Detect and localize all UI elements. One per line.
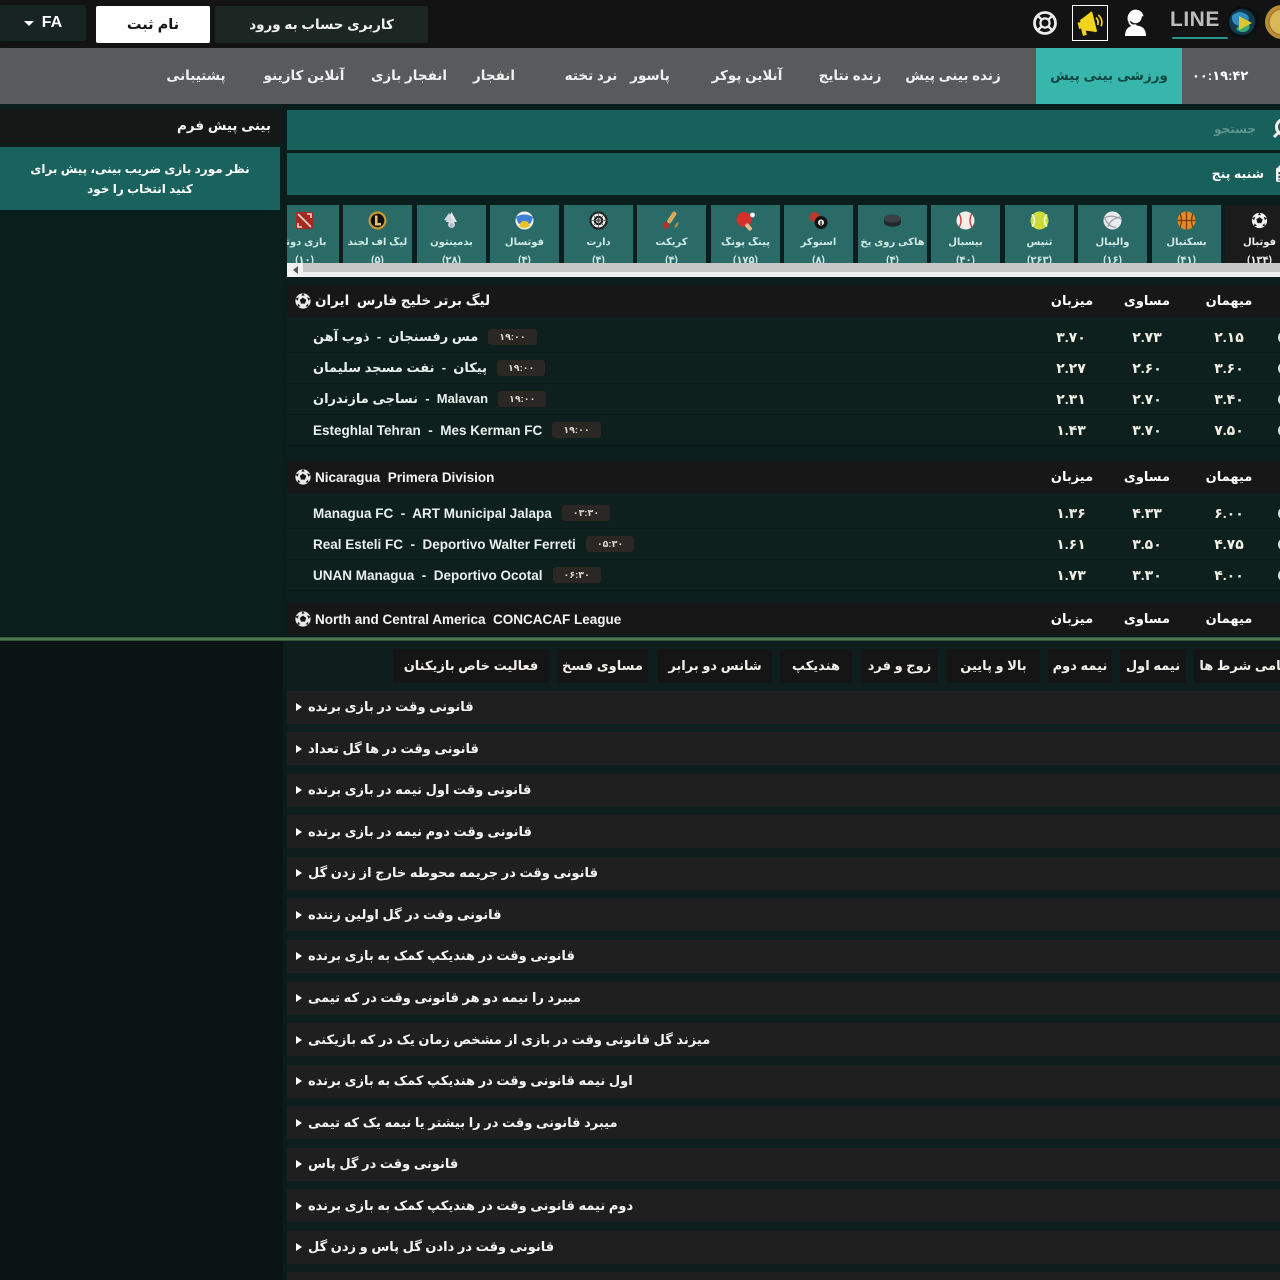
svg-text:8: 8 [820, 221, 823, 227]
